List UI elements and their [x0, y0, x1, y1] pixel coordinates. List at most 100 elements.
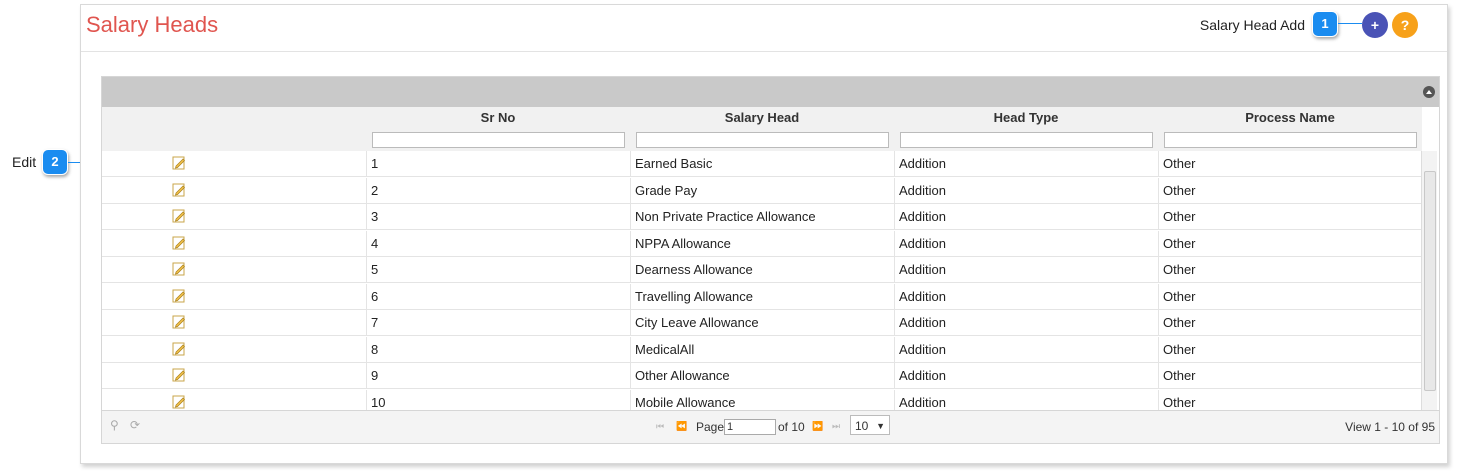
- help-button[interactable]: ?: [1392, 12, 1418, 38]
- first-page-icon[interactable]: ⏮: [656, 421, 664, 432]
- add-callout-badge: 1: [1312, 11, 1338, 37]
- cell-sr-no: 1: [366, 151, 630, 177]
- grid-header-row: Sr No Salary Head Head Type Process Name: [102, 107, 1422, 129]
- next-page-icon[interactable]: ⏩: [812, 421, 823, 432]
- view-records-text: View 1 - 10 of 95: [1345, 420, 1435, 434]
- cell-sr-no: 7: [366, 310, 630, 336]
- cell-process-name: Other: [1158, 204, 1422, 230]
- edit-pencil-icon[interactable]: [172, 395, 186, 409]
- cell-sr-no: 3: [366, 204, 630, 230]
- column-header-salary-head[interactable]: Salary Head: [630, 110, 894, 125]
- cell-sr-no: 4: [366, 230, 630, 257]
- salary-heads-grid: Sr No Salary Head Head Type Process Name…: [101, 76, 1440, 444]
- cell-sr-no: 8: [366, 336, 630, 363]
- filter-process-name-input[interactable]: [1164, 132, 1417, 148]
- edit-pencil-icon[interactable]: [172, 183, 186, 197]
- grid-caption-bar: [102, 77, 1439, 107]
- cell-salary-head: Non Private Practice Allowance: [630, 204, 894, 230]
- cell-process-name: Other: [1158, 310, 1422, 336]
- edit-pencil-icon[interactable]: [172, 289, 186, 303]
- cell-head-type: Addition: [894, 310, 1158, 336]
- page-label: Page: [696, 420, 725, 434]
- add-callout-line: [1338, 23, 1362, 24]
- column-header-head-type[interactable]: Head Type: [894, 110, 1158, 125]
- page-of-label: of 10: [778, 420, 805, 434]
- cell-process-name: Other: [1158, 151, 1422, 177]
- edit-pencil-icon[interactable]: [172, 156, 186, 170]
- search-icon[interactable]: ⚲: [110, 418, 119, 432]
- filter-salary-head-input[interactable]: [636, 132, 889, 148]
- edit-pencil-icon[interactable]: [172, 236, 186, 250]
- cell-sr-no: 10: [366, 389, 630, 411]
- edit-pencil-icon[interactable]: [172, 262, 186, 276]
- cell-head-type: Addition: [894, 363, 1158, 389]
- cell-process-name: Other: [1158, 230, 1422, 257]
- table-row[interactable]: 1 Earned Basic Addition Other: [102, 151, 1422, 177]
- cell-salary-head: Grade Pay: [630, 177, 894, 204]
- cell-head-type: Addition: [894, 283, 1158, 310]
- cell-salary-head: Dearness Allowance: [630, 257, 894, 283]
- edit-callout-badge: 2: [42, 149, 68, 175]
- table-row[interactable]: 9 Other Allowance Addition Other: [102, 363, 1422, 389]
- page-title: Salary Heads: [86, 12, 219, 37]
- cell-salary-head: Earned Basic: [630, 151, 894, 177]
- panel-header: Salary Heads Salary Head Add 1 + ?: [81, 5, 1447, 52]
- cell-sr-no: 2: [366, 177, 630, 204]
- rows-per-page-select[interactable]: 10 ▼: [850, 415, 890, 435]
- cell-salary-head: Travelling Allowance: [630, 283, 894, 310]
- last-page-icon[interactable]: ⏭: [832, 421, 840, 432]
- cell-sr-no: 5: [366, 257, 630, 283]
- edit-pencil-icon[interactable]: [172, 342, 186, 356]
- prev-page-icon[interactable]: ⏪: [676, 421, 687, 432]
- salary-head-add-label: Salary Head Add: [1199, 17, 1305, 33]
- table-row[interactable]: 5 Dearness Allowance Addition Other: [102, 257, 1422, 283]
- cell-process-name: Other: [1158, 336, 1422, 363]
- cell-process-name: Other: [1158, 283, 1422, 310]
- grid-pager: ⚲ ⟳ ⏮ ⏪ Page 1 of 10 ⏩ ⏭ 10 ▼ View 1 - 1…: [102, 410, 1439, 443]
- cell-salary-head: Other Allowance: [630, 363, 894, 389]
- filter-sr-no-input[interactable]: [372, 132, 625, 148]
- cell-process-name: Other: [1158, 177, 1422, 204]
- rows-per-page-value: 10: [855, 419, 869, 433]
- edit-pencil-icon[interactable]: [172, 368, 186, 382]
- table-row[interactable]: 3 Non Private Practice Allowance Addition O…: [102, 204, 1422, 230]
- cell-head-type: Addition: [894, 177, 1158, 204]
- table-row[interactable]: 10 Mobile Allowance Addition Other: [102, 389, 1422, 411]
- cell-salary-head: City Leave Allowance: [630, 310, 894, 336]
- cell-head-type: Addition: [894, 230, 1158, 257]
- cell-head-type: Addition: [894, 204, 1158, 230]
- table-row[interactable]: 6 Travelling Allowance Addition Other: [102, 283, 1422, 310]
- table-row[interactable]: 4 NPPA Allowance Addition Other: [102, 230, 1422, 257]
- edit-pencil-icon[interactable]: [172, 209, 186, 223]
- cell-head-type: Addition: [894, 257, 1158, 283]
- column-header-process-name[interactable]: Process Name: [1158, 110, 1422, 125]
- salary-heads-panel: Salary Heads Salary Head Add 1 + ? Sr No…: [80, 4, 1448, 464]
- cell-sr-no: 9: [366, 363, 630, 389]
- table-row[interactable]: 2 Grade Pay Addition Other: [102, 177, 1422, 204]
- edit-pencil-icon[interactable]: [172, 315, 186, 329]
- add-salary-head-button[interactable]: +: [1362, 12, 1388, 38]
- vertical-scrollbar[interactable]: [1421, 151, 1437, 411]
- cell-head-type: Addition: [894, 151, 1158, 177]
- scrollbar-thumb[interactable]: [1424, 171, 1436, 391]
- cell-sr-no: 6: [366, 283, 630, 310]
- refresh-icon[interactable]: ⟳: [130, 418, 140, 432]
- grid-filter-row: [102, 129, 1422, 151]
- cell-process-name: Other: [1158, 389, 1422, 411]
- grid-body: 1 Earned Basic Addition Other 2 Grade Pay Addi…: [102, 151, 1422, 411]
- collapse-icon[interactable]: [1423, 86, 1435, 98]
- chevron-down-icon: ▼: [876, 421, 885, 431]
- cell-head-type: Addition: [894, 389, 1158, 411]
- table-row[interactable]: 7 City Leave Allowance Addition Other: [102, 310, 1422, 336]
- page-number-input[interactable]: 1: [724, 419, 776, 435]
- cell-process-name: Other: [1158, 257, 1422, 283]
- cell-salary-head: Mobile Allowance: [630, 389, 894, 411]
- edit-callout-label: Edit: [12, 154, 37, 170]
- cell-process-name: Other: [1158, 363, 1422, 389]
- cell-salary-head: MedicalAll: [630, 336, 894, 363]
- table-row[interactable]: 8 MedicalAll Addition Other: [102, 336, 1422, 363]
- cell-head-type: Addition: [894, 336, 1158, 363]
- column-header-sr-no[interactable]: Sr No: [366, 110, 630, 125]
- cell-salary-head: NPPA Allowance: [630, 230, 894, 257]
- filter-head-type-input[interactable]: [900, 132, 1153, 148]
